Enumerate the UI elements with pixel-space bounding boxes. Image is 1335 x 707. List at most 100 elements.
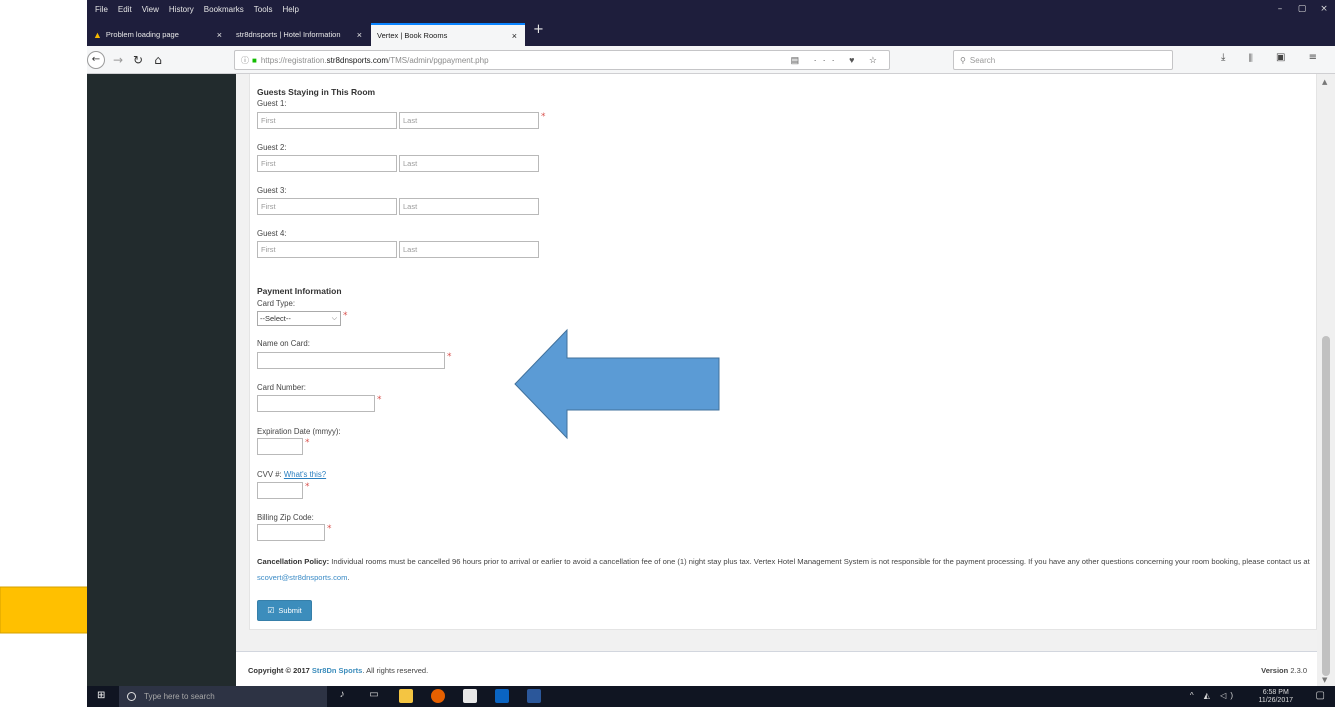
menu-bookmarks[interactable]: Bookmarks: [199, 0, 249, 19]
search-icon: ⚲: [960, 55, 966, 65]
required-mark: *: [305, 438, 310, 448]
menu-file[interactable]: File: [87, 0, 113, 19]
menu-bar: File Edit View History Bookmarks Tools H…: [87, 0, 1335, 19]
warning-icon: ▲: [93, 29, 102, 40]
outlook-icon[interactable]: [495, 689, 509, 703]
scrollbar-thumb[interactable]: [1322, 336, 1330, 676]
search-placeholder: Search: [969, 55, 996, 65]
guest-4-first-input[interactable]: First: [257, 241, 397, 258]
notification-icon[interactable]: ▢: [1316, 690, 1325, 701]
close-tab-icon[interactable]: ×: [512, 31, 517, 41]
url-bar[interactable]: ⓘ ■ https://registration. str8dnsports.c…: [234, 50, 890, 70]
cvv-input[interactable]: [257, 482, 303, 499]
minimize-button[interactable]: –: [1269, 0, 1291, 19]
billing-zip-label: Billing Zip Code:: [257, 513, 314, 522]
search-input[interactable]: ⚲ Search: [953, 50, 1173, 70]
url-path: /TMS/admin/pgpayment.php: [388, 55, 489, 65]
scroll-down-icon[interactable]: ▼: [1322, 676, 1327, 684]
microphone-icon[interactable]: ♪: [335, 689, 349, 703]
required-mark: *: [377, 395, 382, 405]
toolbar-icons[interactable]: ⤓ ⫴ ▣ ≡: [1221, 52, 1327, 63]
required-mark: *: [343, 311, 348, 321]
back-arrow-icon[interactable]: ←: [87, 51, 105, 69]
guest-4-last-input[interactable]: Last: [399, 241, 539, 258]
tab-title: str8dnsports | Hotel Information: [236, 30, 341, 39]
cvv-label: CVV #: What's this?: [257, 470, 326, 479]
card-type-select[interactable]: --Select-- ⌵: [257, 311, 341, 326]
guest-2-last-input[interactable]: Last: [399, 155, 539, 172]
card-number-input[interactable]: [257, 395, 375, 412]
card-type-label: Card Type:: [257, 299, 295, 308]
required-mark: *: [541, 112, 546, 122]
mail-icon[interactable]: [463, 689, 477, 703]
expiration-date-input[interactable]: [257, 438, 303, 455]
menu-help[interactable]: Help: [277, 0, 303, 19]
new-tab-button[interactable]: +: [533, 22, 544, 37]
menu-view[interactable]: View: [137, 0, 164, 19]
policy-title: Cancellation Policy:: [257, 557, 330, 566]
navigation-bar: ← → ↻ ⌂ ⓘ ■ https://registration. str8dn…: [87, 46, 1335, 74]
guest-1-last-input[interactable]: Last: [399, 112, 539, 129]
url-domain: str8dnsports.com: [326, 55, 389, 65]
expiration-date-label: Expiration Date (mmyy):: [257, 427, 341, 436]
info-icon[interactable]: ⓘ: [241, 55, 249, 66]
reload-icon[interactable]: ↻: [131, 51, 145, 69]
page-scrollbar[interactable]: ▲ ▼: [1317, 74, 1335, 686]
guest-3-last-input[interactable]: Last: [399, 198, 539, 215]
tab-book-rooms[interactable]: Vertex | Book Rooms ×: [371, 23, 525, 46]
name-on-card-input[interactable]: [257, 352, 445, 369]
checkbox-icon: ☑: [267, 606, 275, 615]
payment-heading: Payment Information: [257, 286, 342, 296]
submit-label: Submit: [278, 606, 302, 615]
menu-tools[interactable]: Tools: [249, 0, 278, 19]
copyright-suffix: . All rights reserved.: [362, 666, 429, 675]
word-icon[interactable]: [527, 689, 541, 703]
guest-3-first-input[interactable]: First: [257, 198, 397, 215]
submit-button[interactable]: ☑ Submit: [257, 600, 312, 621]
guest-1-first-input[interactable]: First: [257, 112, 397, 129]
whats-this-link[interactable]: What's this?: [284, 470, 326, 479]
tab-strip: ▲ Problem loading page × str8dnsports | …: [87, 19, 1335, 46]
blue-annotation-arrow: [514, 328, 720, 440]
cortana-icon: [127, 692, 136, 701]
taskbar-clock[interactable]: 6:58 PM 11/26/2017: [1258, 689, 1293, 705]
version-label: Version: [1261, 666, 1289, 675]
cancellation-policy: Cancellation Policy: Individual rooms mu…: [257, 554, 1312, 586]
close-tab-icon[interactable]: ×: [217, 30, 222, 40]
chevron-down-icon: ⌵: [331, 315, 337, 322]
forward-arrow-icon[interactable]: →: [111, 51, 125, 69]
guest-2-label: Guest 2:: [257, 143, 287, 152]
guest-4-label: Guest 4:: [257, 229, 287, 238]
scroll-up-icon[interactable]: ▲: [1322, 78, 1327, 86]
taskbar-search-input[interactable]: Type here to search: [119, 686, 327, 707]
copyright-text: Copyright © 2017 Str8Dn Sports. All righ…: [248, 666, 428, 675]
windows-taskbar: ⊞ Type here to search ♪ ▭ ^ ◭ ◁) 6:58 PM…: [87, 686, 1335, 707]
policy-text: Individual rooms must be cancelled 96 ho…: [329, 557, 1310, 566]
menu-history[interactable]: History: [164, 0, 199, 19]
close-window-button[interactable]: ×: [1313, 0, 1335, 19]
tab-problem-loading[interactable]: ▲ Problem loading page ×: [87, 23, 230, 46]
tab-hotel-information[interactable]: str8dnsports | Hotel Information ×: [230, 23, 370, 46]
policy-email-link[interactable]: scovert@str8dnsports.com: [257, 573, 347, 582]
system-tray-icons[interactable]: ^ ◭ ◁): [1190, 691, 1237, 700]
firefox-icon[interactable]: [431, 689, 445, 703]
file-explorer-icon[interactable]: [399, 689, 413, 703]
main-content: Guests Staying in This Room Guest 1: Fir…: [236, 74, 1317, 686]
card-type-value: --Select--: [260, 314, 291, 323]
close-tab-icon[interactable]: ×: [357, 30, 362, 40]
menu-edit[interactable]: Edit: [113, 0, 137, 19]
window-controls: – ▢ ×: [1269, 0, 1335, 19]
billing-zip-input[interactable]: [257, 524, 325, 541]
task-view-icon[interactable]: ▭: [367, 689, 381, 703]
home-icon[interactable]: ⌂: [151, 51, 165, 69]
name-on-card-label: Name on Card:: [257, 339, 310, 348]
required-mark: *: [447, 352, 452, 362]
guest-1-label: Guest 1:: [257, 99, 287, 108]
copyright-prefix: Copyright © 2017: [248, 666, 312, 675]
guest-2-first-input[interactable]: First: [257, 155, 397, 172]
brand-link[interactable]: Str8Dn Sports: [312, 666, 362, 675]
page-action-icons[interactable]: ▤ ··· ♥ ☆: [791, 55, 883, 66]
maximize-button[interactable]: ▢: [1291, 0, 1313, 19]
cvv-label-text: CVV #:: [257, 470, 282, 479]
windows-start-icon[interactable]: ⊞: [97, 690, 105, 701]
